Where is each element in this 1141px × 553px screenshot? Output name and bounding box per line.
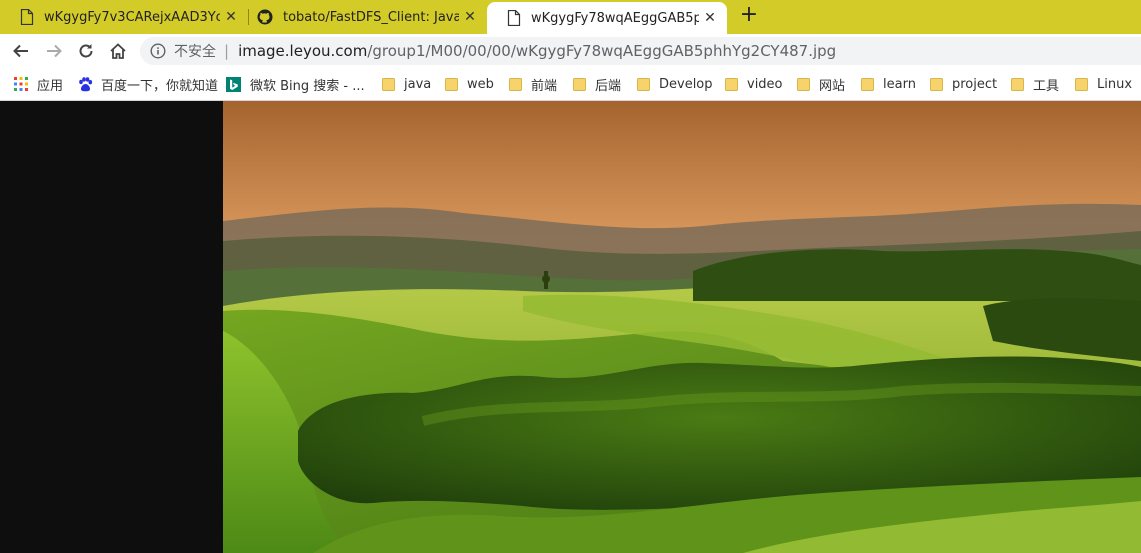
reload-button[interactable] [74, 39, 98, 63]
info-icon[interactable] [150, 43, 166, 59]
bookmark-label: video [747, 76, 783, 92]
bookmark-folder-linux[interactable]: Linux [1075, 68, 1132, 100]
bookmarks-bar: 应用 百度一下，你就知道 微软 Bing 搜索 - ... java web 前… [0, 68, 1141, 101]
tab-1[interactable]: wKgygFy7v3CARejxAAD3YcnJu ✕ [0, 0, 248, 34]
bookmark-label: 后端 [595, 78, 622, 94]
bing-icon [226, 76, 241, 92]
address-bar[interactable]: 不安全 | image.leyou.com/group1/M00/00/00/w… [140, 37, 1141, 65]
bookmark-label: 微软 Bing 搜索 - ... [250, 78, 365, 94]
browser-toolbar: 不安全 | image.leyou.com/group1/M00/00/00/w… [0, 34, 1141, 68]
reload-icon [79, 44, 93, 58]
folder-icon [1011, 77, 1024, 91]
bookmark-folder-sites[interactable]: 网站 [797, 68, 845, 100]
document-icon [20, 9, 34, 25]
bookmark-bing[interactable]: 微软 Bing 搜索 - ... [226, 68, 365, 100]
bookmark-folder-develop[interactable]: Develop [637, 68, 713, 100]
back-arrow-icon [13, 44, 28, 58]
bookmark-folder-java[interactable]: java [382, 68, 431, 100]
home-button[interactable] [106, 39, 130, 63]
forward-button[interactable] [42, 39, 66, 63]
folder-icon [382, 77, 395, 91]
bookmark-label: 工具 [1033, 78, 1060, 94]
bookmark-folder-web[interactable]: web [445, 68, 494, 100]
home-icon [110, 43, 126, 59]
folder-icon [861, 77, 874, 91]
bookmark-folder-project[interactable]: project [930, 68, 997, 100]
url-host: image.leyou.com [238, 42, 368, 60]
bookmark-folder-frontend[interactable]: 前端 [509, 68, 557, 100]
tab-title: tobato/FastDFS_Client: Java Cl [283, 9, 459, 25]
forward-arrow-icon [47, 44, 62, 58]
folder-icon [637, 77, 650, 91]
tab-title: wKgygFy78wqAEggGAB5phhY [531, 10, 699, 26]
folder-icon [1075, 77, 1088, 91]
bookmark-label: 网站 [819, 78, 846, 94]
address-separator: | [224, 42, 230, 60]
landscape-photo[interactable] [223, 101, 1141, 553]
bookmark-label: learn [883, 76, 916, 92]
tab-2[interactable]: tobato/FastDFS_Client: Java Cl ✕ [249, 0, 487, 34]
bookmark-label: Develop [659, 76, 713, 92]
bookmark-folder-learn[interactable]: learn [861, 68, 916, 100]
bookmark-folder-backend[interactable]: 后端 [573, 68, 621, 100]
close-icon[interactable]: ✕ [224, 9, 238, 25]
close-icon[interactable]: ✕ [703, 10, 717, 26]
bookmark-label: 百度一下，你就知道 [101, 78, 219, 94]
bookmark-label: 应用 [37, 78, 64, 94]
close-icon[interactable]: ✕ [463, 9, 477, 25]
bookmark-label: web [467, 76, 494, 92]
tab-3-active[interactable]: wKgygFy78wqAEggGAB5phhY ✕ [487, 2, 727, 34]
bookmark-folder-tools[interactable]: 工具 [1011, 68, 1059, 100]
folder-icon [725, 77, 738, 91]
bookmark-label: Linux [1097, 76, 1133, 92]
security-label[interactable]: 不安全 [174, 41, 216, 61]
tab-strip: wKgygFy7v3CARejxAAD3YcnJu ✕ tobato/FastD… [0, 0, 1141, 34]
baidu-paw-icon [79, 76, 93, 91]
bookmark-label: project [952, 76, 998, 92]
back-button[interactable] [9, 39, 33, 63]
folder-icon [797, 77, 810, 91]
bookmark-label: 前端 [531, 78, 558, 94]
new-tab-button[interactable]: + [738, 4, 760, 28]
folder-icon [445, 77, 458, 91]
folder-icon [573, 77, 586, 91]
tab-title: wKgygFy7v3CARejxAAD3YcnJu [44, 9, 220, 25]
url-path: /group1/M00/00/00/wKgygFy78wqAEggGAB5phh… [367, 42, 837, 60]
bookmark-folder-video[interactable]: video [725, 68, 783, 100]
folder-icon [509, 77, 522, 91]
github-icon [257, 9, 273, 25]
document-icon [507, 10, 521, 26]
bookmark-baidu[interactable]: 百度一下，你就知道 [78, 68, 218, 100]
apps-grid-icon [14, 77, 28, 91]
folder-icon [930, 77, 943, 91]
bookmark-label: java [404, 76, 432, 92]
bookmark-apps[interactable]: 应用 [14, 68, 63, 100]
